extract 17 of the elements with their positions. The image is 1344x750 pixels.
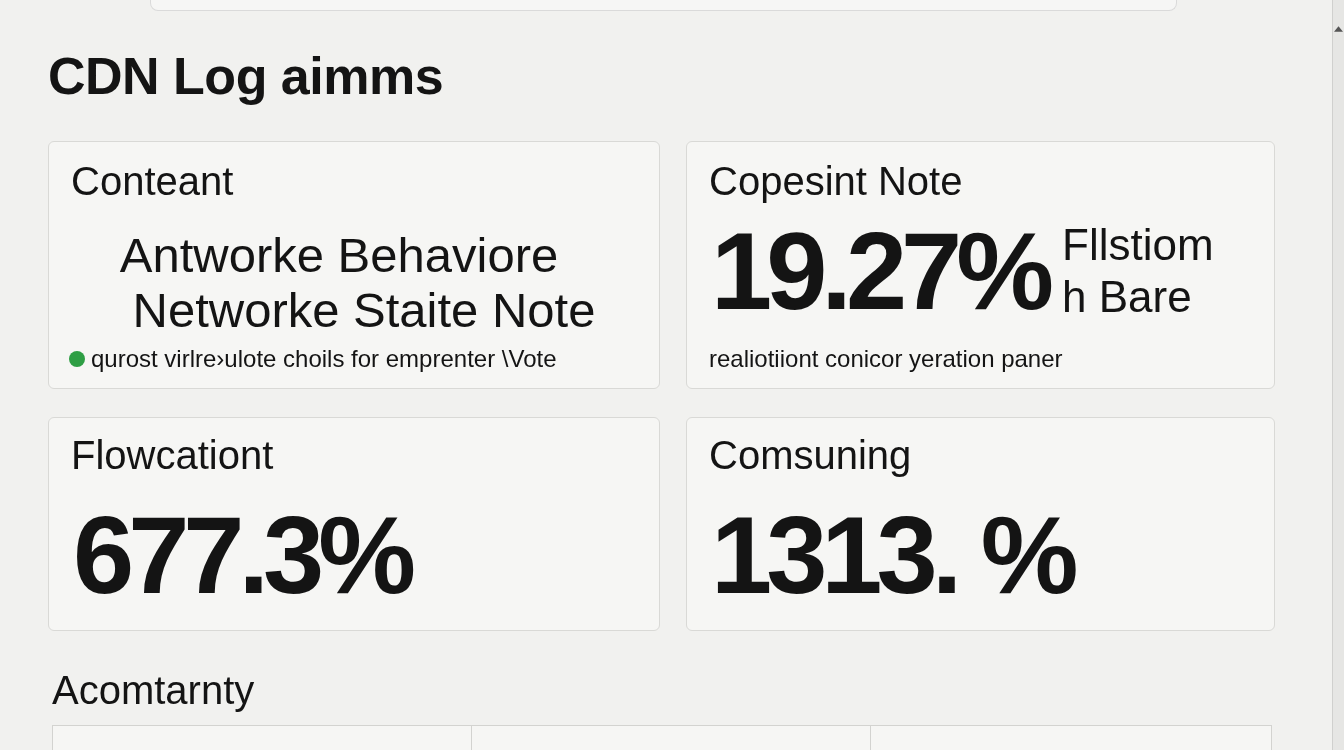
section-title: Acomtarnty [52,667,255,713]
metric-caption: Fllstiom [1062,219,1214,271]
card-note: qurost virlre›ulote choils for emprenter \Vote [91,344,557,374]
metric-value: 1313. % [711,500,1073,610]
card-text: Antworke Behaviore [119,228,559,283]
scrollbar[interactable] [1332,0,1344,750]
metric-value: 19.27% [711,216,1049,326]
page-title: CDN Log aimms [48,46,444,107]
card-title: Copesint Note [709,158,963,204]
card-title: Conteant [71,158,234,204]
metric-value: 677.3% [73,500,411,610]
card-title: Flowcationt [71,432,274,478]
card-title: Comsuning [709,432,912,478]
card-text: Networke Staite Note [132,283,596,338]
scroll-up-icon[interactable] [1334,26,1343,32]
metric-caption: h Bare [1062,271,1193,323]
card-note: realiotiiont conicor yeration paner [709,344,1063,374]
